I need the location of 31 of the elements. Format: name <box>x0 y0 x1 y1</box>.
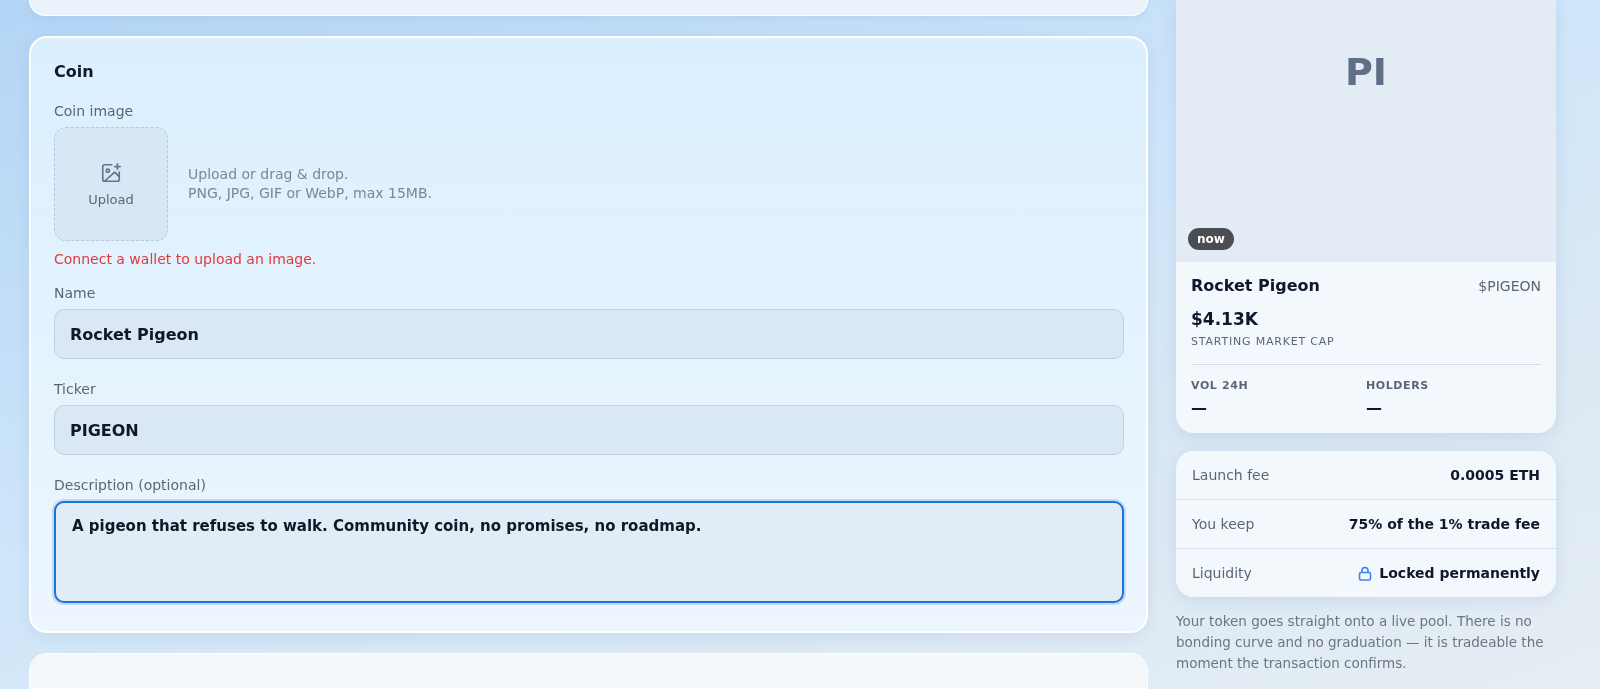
upload-hint: Upload or drag & drop. <box>188 165 350 184</box>
upload-button[interactable]: Upload <box>54 127 168 241</box>
stat-label: VOL 24H <box>1191 379 1250 392</box>
fee-label: You keep <box>1192 516 1255 532</box>
lock-icon <box>1358 565 1373 581</box>
coin-ticker: $PIGEON <box>1478 278 1541 294</box>
field-label: Description (optional) <box>54 477 207 493</box>
time-badge: now <box>1188 228 1234 250</box>
upload-hint: PNG, JPG, GIF or WebP, max 15MB. <box>188 184 432 203</box>
fee-label: Liquidity <box>1192 565 1252 581</box>
stat-value: — <box>1191 398 1208 417</box>
add-image-icon <box>100 161 122 184</box>
input-field[interactable]: PIGEON <box>54 405 1124 455</box>
coin-initials: PI <box>1345 50 1387 94</box>
info-text: Your token goes straight onto a live pool. There is no bonding curve and no graduation — it is tradeable the moment the transaction confirms. <box>1176 612 1545 673</box>
fee-value: 0.0005 ETH <box>1450 467 1540 483</box>
market-cap-value: $4.13K <box>1191 309 1259 329</box>
fee-label: Launch fee <box>1192 467 1270 483</box>
stat-value: — <box>1366 398 1383 417</box>
input-field[interactable]: Rocket Pigeon <box>54 309 1124 359</box>
coin-name: Rocket Pigeon <box>1191 276 1320 295</box>
field-label: Coin image <box>54 103 135 119</box>
section-title: Coin <box>54 62 95 81</box>
stat-label: HOLDERS <box>1366 379 1430 392</box>
market-cap-label: STARTING MARKET CAP <box>1191 335 1541 365</box>
fee-value: Locked permanently <box>1379 565 1540 581</box>
error-message: Connect a wallet to upload an image. <box>54 251 318 267</box>
field-label: Ticker <box>54 381 97 397</box>
field-label: Name <box>54 285 97 301</box>
description-field[interactable]: A pigeon that refuses to walk. Community coin, no promises, no roadmap. <box>54 501 1124 603</box>
fee-value: 75% of the 1% trade fee <box>1348 516 1540 532</box>
